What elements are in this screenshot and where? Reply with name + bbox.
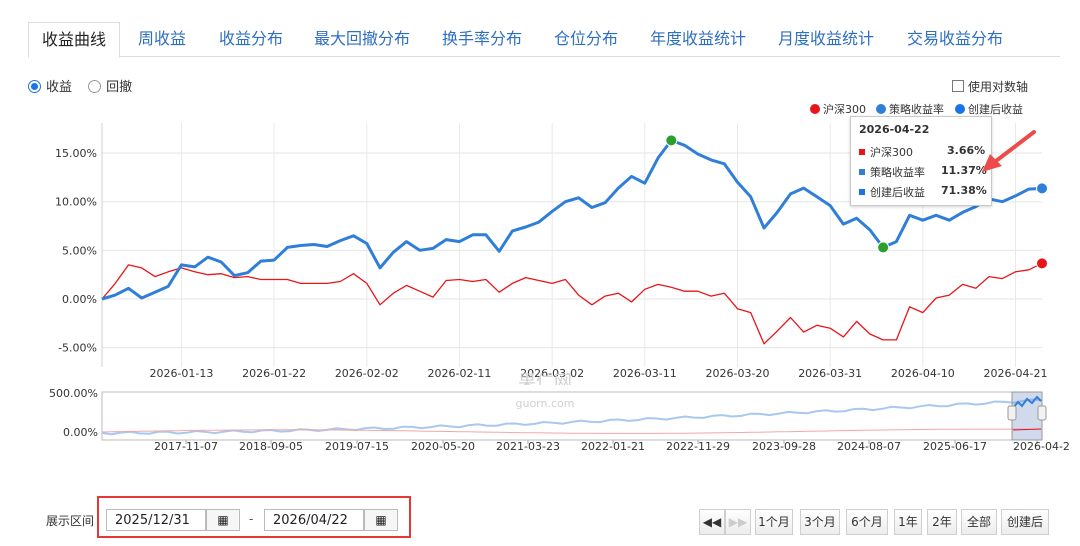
- start-date-input[interactable]: 2025/12/31: [106, 509, 206, 531]
- rewind-button[interactable]: ◀◀: [699, 509, 725, 535]
- tooltip-date: 2026-04-22: [859, 123, 930, 136]
- range-1m-button[interactable]: 1个月: [755, 509, 793, 535]
- x-tick-label: 2026-03-31: [798, 367, 862, 380]
- checkbox-icon: [952, 80, 964, 92]
- range-1y-button[interactable]: 1年: [894, 509, 922, 535]
- nav-x-tick-label: 2020-05-20: [411, 440, 475, 453]
- nav-x-tick-label: 2025-06-17: [923, 440, 987, 453]
- range-separator: -: [249, 512, 254, 526]
- tab-max-drawdown[interactable]: 最大回撤分布: [314, 22, 410, 55]
- nav-x-tick-label: 2018-09-05: [239, 440, 303, 453]
- calendar-icon: ▦: [375, 513, 387, 527]
- mode-selector: 收益 回撤: [28, 76, 132, 95]
- nav-x-tick-label: 2021-03-23: [496, 440, 560, 453]
- nav-y-tick-label: 0.00%: [63, 426, 98, 439]
- x-tick-label: 2026-03-20: [706, 367, 770, 380]
- x-tick-label: 2026-01-13: [149, 367, 213, 380]
- range-6m-button[interactable]: 6个月: [846, 509, 888, 535]
- range-3m-button[interactable]: 3个月: [800, 509, 840, 535]
- tooltip-row-hs300: 沪深300 3.66%: [859, 144, 985, 160]
- strategy-point-marker: [877, 241, 890, 254]
- tab-weekly-return[interactable]: 周收益: [138, 22, 186, 55]
- y-tick-label: 0.00%: [62, 293, 97, 306]
- nav-y-tick-label: 500.00%: [49, 387, 98, 400]
- x-tick-label: 2026-02-02: [335, 367, 399, 380]
- end-calendar-button[interactable]: ▦: [364, 509, 398, 531]
- radio-off-icon: [88, 80, 102, 93]
- tab-return-distribution[interactable]: 收益分布: [219, 22, 283, 55]
- tooltip-row-since-created: 创建后收益 71.38%: [859, 184, 987, 200]
- tab-monthly-stats[interactable]: 月度收益统计: [778, 22, 874, 55]
- series-square-icon: [859, 189, 865, 195]
- start-calendar-button[interactable]: ▦: [206, 509, 240, 531]
- nav-x-tick-label: 2022-01-21: [581, 440, 645, 453]
- x-tick-label: 2026-04-21: [984, 367, 1048, 380]
- tab-return-curve[interactable]: 收益曲线: [28, 22, 121, 58]
- navigator-handle: [1037, 405, 1047, 421]
- x-tick-label: 2026-04-10: [891, 367, 955, 380]
- x-tick-label: 2026-01-22: [242, 367, 306, 380]
- nav-x-tick-label: 2022-11-29: [666, 440, 730, 453]
- returns-radio[interactable]: 收益: [28, 80, 72, 95]
- range-2y-button[interactable]: 2年: [927, 509, 957, 535]
- fast-backward-icon: ◀◀: [702, 515, 722, 529]
- nav-x-tick-label: 2026-04-2: [1013, 440, 1070, 453]
- tab-turnover[interactable]: 换手率分布: [442, 22, 522, 55]
- x-tick-label: 2026-03-11: [613, 367, 677, 380]
- tab-trade-distribution[interactable]: 交易收益分布: [907, 22, 1003, 55]
- fast-forward-icon: ▶▶: [728, 515, 748, 529]
- range-all-button[interactable]: 全部: [961, 509, 997, 535]
- y-tick-label: -5.00%: [58, 342, 97, 355]
- x-tick-label: 2026-02-11: [427, 367, 491, 380]
- hs300-line: [101, 262, 1043, 345]
- y-tick-label: 15.00%: [55, 147, 97, 160]
- chart-tooltip: 2026-04-22 沪深300 3.66% 策略收益率 11.37% 创建后收益 7…: [850, 116, 992, 206]
- calendar-icon: ▦: [217, 513, 229, 527]
- strategy-point-marker: [1036, 182, 1048, 195]
- nav-x-tick-label: 2017-11-07: [154, 440, 218, 453]
- watermark-url: guorn.com: [516, 397, 575, 410]
- nav-x-tick-label: 2019-07-15: [325, 440, 389, 453]
- annotation-arrow-icon: [982, 130, 1036, 172]
- nav-x-tick-label: 2023-09-28: [752, 440, 816, 453]
- legend-dot-icon: [955, 104, 965, 114]
- chart-tab-bar: 收益曲线 周收益 收益分布 最大回撤分布 换手率分布 仓位分布 年度收益统计 月…: [28, 22, 1060, 58]
- tab-position[interactable]: 仓位分布: [554, 22, 618, 55]
- tooltip-row-strategy: 策略收益率 11.37%: [859, 164, 987, 180]
- drawdown-radio[interactable]: 回撤: [88, 80, 132, 95]
- hs300-point-marker: [1036, 257, 1048, 270]
- y-tick-label: 5.00%: [62, 244, 97, 257]
- navigator-chart[interactable]: 500.00% 0.00% guorn.com 2017-11-07 2018-09-0…: [0, 384, 1080, 456]
- strategy-point-marker: [665, 134, 678, 147]
- range-since-created-button[interactable]: 创建后: [1001, 509, 1049, 535]
- forward-button[interactable]: ▶▶: [725, 509, 751, 535]
- nav-x-tick-label: 2024-08-07: [837, 440, 901, 453]
- tab-annual-stats[interactable]: 年度收益统计: [650, 22, 746, 55]
- legend-dot-icon: [876, 104, 886, 114]
- end-date-input[interactable]: 2026/04/22: [264, 509, 364, 531]
- log-axis-checkbox[interactable]: 使用对数轴: [952, 78, 1028, 95]
- series-square-icon: [859, 169, 865, 175]
- range-label: 展示区间: [46, 514, 95, 528]
- radio-on-icon: [28, 80, 41, 93]
- series-square-icon: [859, 149, 865, 155]
- navigator-handle: [1007, 405, 1017, 421]
- y-tick-label: 10.00%: [55, 196, 97, 209]
- legend-dot-icon: [810, 104, 820, 114]
